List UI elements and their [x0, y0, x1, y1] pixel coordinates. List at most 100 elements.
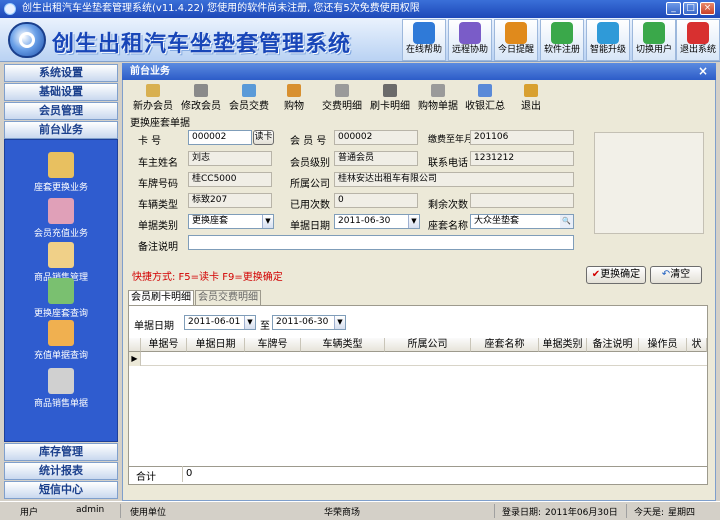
swipe-detail-icon [383, 84, 397, 97]
grid-col-doc-type[interactable]: 单据类别 [539, 338, 587, 352]
status-user-label: 用户 [20, 508, 39, 518]
grid-col-doc-no[interactable]: 单据号 [141, 338, 187, 352]
status-divider [120, 504, 121, 518]
toolbar-switch-user-button[interactable]: 切换用户 [632, 19, 676, 61]
check-icon: ✔ [591, 269, 601, 280]
toolbar-help-button[interactable]: 在线帮助 [402, 19, 446, 61]
remark-input[interactable] [188, 235, 574, 250]
switch-user-icon [643, 22, 665, 44]
content-title: 前台业务 [130, 66, 170, 77]
maximize-button[interactable]: □ [683, 2, 698, 15]
sidebar-item-recharge-query[interactable]: 充值单据查询 [5, 320, 117, 361]
grid-col-car-type[interactable]: 车辆类型 [301, 338, 385, 352]
sidebar-basic-settings[interactable]: 基础设置 [4, 83, 118, 101]
status-unit-value: 华荣商场 [324, 508, 361, 518]
btn-edit-member[interactable]: 修改会员 [178, 84, 224, 112]
btn-payment-detail[interactable]: 交费明细 [318, 84, 366, 112]
btn-member-payment[interactable]: 会员交费 [226, 84, 272, 112]
seat-name-label: 座套名称 [428, 221, 468, 232]
cash-summary-icon [478, 84, 492, 97]
sidebar-item-replace-query[interactable]: 更换座套查询 [5, 278, 117, 319]
grid-col-seat-name[interactable]: 座套名称 [471, 338, 539, 352]
grid-col-operator[interactable]: 操作员 [639, 338, 687, 352]
seat-replace-icon [48, 152, 74, 178]
grid-col-doc-date[interactable]: 单据日期 [187, 338, 245, 352]
sidebar-front-business[interactable]: 前台业务 [4, 121, 118, 139]
member-payment-icon [242, 84, 256, 97]
toolbar-remote-button[interactable]: 远程协助 [448, 19, 492, 61]
edit-member-icon [194, 84, 208, 97]
doc-date-chevron-down-icon[interactable]: ▼ [408, 215, 419, 228]
owner-label: 车主姓名 [138, 158, 178, 169]
toolbar-register-button[interactable]: 软件注册 [540, 19, 584, 61]
filter-to-label: 至 [260, 321, 270, 332]
row-pointer-icon: ▶ [129, 352, 141, 366]
window-titlebar: 创生出租汽车坐垫套管理系统(v11.4.22) 您使用的软件尚未注册, 您还有5… [0, 0, 720, 18]
grid-col-remark[interactable]: 备注说明 [587, 338, 639, 352]
sidebar-member-management[interactable]: 会员管理 [4, 102, 118, 120]
status-bar: 用户 admin 使用单位 华荣商场 登录日期: 2011年06月30日 今天是… [0, 501, 720, 520]
shopping-icon [287, 84, 301, 97]
content-close-icon[interactable]: × [698, 63, 708, 80]
table-row[interactable] [141, 352, 707, 366]
filter-from-chevron-down-icon[interactable]: ▼ [244, 316, 255, 329]
replace-query-icon [48, 278, 74, 304]
app-title: 创生出租汽车坐垫套管理系统 [52, 32, 352, 57]
read-card-button[interactable]: 读卡 [253, 130, 274, 145]
status-today-label: 今天是: [634, 508, 665, 518]
status-divider [494, 504, 495, 518]
exit-icon [687, 22, 709, 44]
grid-col-company[interactable]: 所属公司 [385, 338, 471, 352]
toolbar-upgrade-button[interactable]: 智能升级 [586, 19, 630, 61]
grid-col-status[interactable]: 状 [687, 338, 707, 352]
sidebar-item-member-recharge[interactable]: 会员充值业务 [5, 198, 117, 239]
member-no-field: 000002 [334, 130, 418, 145]
new-member-icon [146, 84, 160, 97]
used-times-field: 0 [334, 193, 418, 208]
card-no-label: 卡 号 [138, 136, 162, 147]
sidebar-sms[interactable]: 短信中心 [4, 481, 118, 499]
plate-label: 车牌号码 [138, 179, 178, 190]
status-divider [626, 504, 627, 518]
filter-date-label: 单据日期 [134, 321, 174, 332]
btn-exit[interactable]: 退出 [514, 84, 548, 112]
app-logo-icon [8, 22, 46, 58]
sidebar-inventory[interactable]: 库存管理 [4, 443, 118, 461]
minimize-button[interactable]: _ [666, 2, 681, 15]
filter-to-chevron-down-icon[interactable]: ▼ [334, 316, 345, 329]
paid-until-field: 201106 [470, 130, 574, 145]
tab-member-payment-detail[interactable]: 会员交费明细 [195, 290, 261, 305]
phone-label: 联系电话 [428, 158, 468, 169]
doc-type-label: 单据类别 [138, 221, 178, 232]
confirm-replace-button[interactable]: ✔更换确定 [586, 266, 646, 284]
btn-shopping[interactable]: 购物 [276, 84, 312, 112]
close-button[interactable]: × [700, 2, 715, 15]
reminder-icon [505, 22, 527, 44]
sidebar-reports[interactable]: 统计报表 [4, 462, 118, 480]
register-icon [551, 22, 573, 44]
sidebar-item-seat-replace[interactable]: 座套更换业务 [5, 152, 117, 193]
seat-name-input[interactable]: 大众坐垫套 [470, 214, 574, 229]
sidebar-item-sales[interactable]: 商品销售管理 [5, 242, 117, 283]
btn-swipe-detail[interactable]: 刷卡明细 [366, 84, 414, 112]
card-no-input[interactable]: 000002 [188, 130, 252, 145]
sales-receipt-icon [48, 368, 74, 394]
btn-shopping-receipt[interactable]: 购物单据 [414, 84, 462, 112]
sales-icon [48, 242, 74, 268]
status-unit-label: 使用单位 [130, 508, 167, 518]
toolbar-reminder-button[interactable]: 今日提醒 [494, 19, 538, 61]
toolbar-exit-button[interactable]: 退出系统 [676, 19, 720, 61]
payment-detail-icon [335, 84, 349, 97]
window-title: 创生出租汽车坐垫套管理系统(v11.4.22) 您使用的软件尚未注册, 您还有5… [22, 3, 420, 14]
sidebar-system-settings[interactable]: 系统设置 [4, 64, 118, 82]
btn-new-member[interactable]: 新办会员 [130, 84, 176, 112]
tab-member-swipe-detail[interactable]: 会员刷卡明细 [128, 290, 194, 305]
clear-button[interactable]: ↶清空 [650, 266, 702, 284]
member-level-field: 普通会员 [334, 151, 418, 166]
upgrade-icon [597, 22, 619, 44]
btn-cash-summary[interactable]: 收银汇总 [462, 84, 508, 112]
doc-type-chevron-down-icon[interactable]: ▼ [262, 215, 273, 228]
sidebar-item-sales-receipt[interactable]: 商品销售单据 [5, 368, 117, 409]
search-icon[interactable]: 🔍 [560, 215, 573, 228]
grid-col-plate[interactable]: 车牌号 [245, 338, 301, 352]
